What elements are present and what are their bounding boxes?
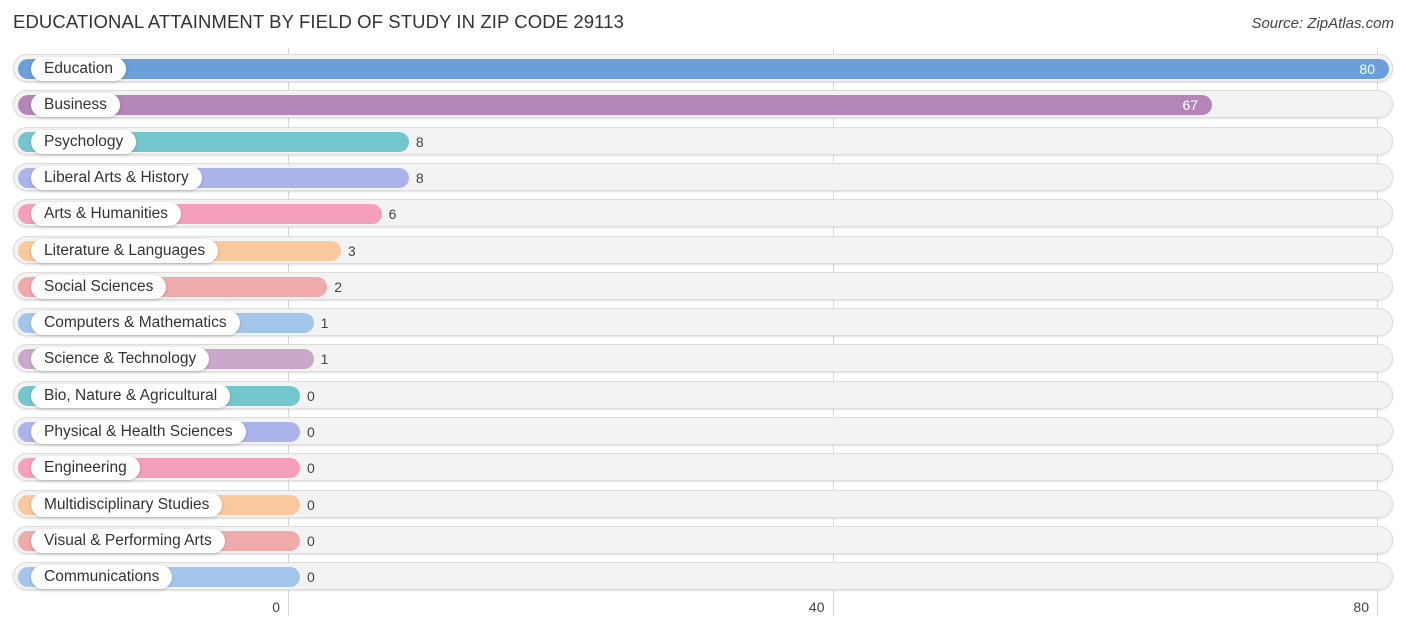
value-label: 0 — [307, 496, 315, 513]
bar-row: Education 80 — [13, 54, 1393, 84]
bar-row: Bio, Nature & Agricultural 0 — [13, 380, 1393, 411]
value-label: 0 — [307, 387, 315, 404]
category-label: Psychology — [31, 129, 137, 154]
bar[interactable] — [18, 95, 1213, 116]
bar-row: Psychology 8 — [13, 126, 1393, 157]
x-tick-label: 40 — [808, 599, 825, 615]
category-label: Social Sciences — [31, 274, 167, 299]
bar-row: Business 67 — [13, 90, 1393, 120]
category-label: Communications — [31, 565, 173, 590]
bar-row: Liberal Arts & History 8 — [13, 162, 1393, 193]
category-label: Literature & Languages — [31, 238, 219, 263]
bar-row: Physical & Health Sciences 0 — [13, 417, 1393, 447]
bar-row: Computers & Mathematics 1 — [13, 308, 1393, 338]
value-label: 0 — [307, 460, 315, 477]
value-label: 0 — [307, 424, 315, 440]
bar-row: Arts & Humanities 6 — [13, 199, 1393, 229]
value-label: 67 — [1182, 97, 1199, 114]
category-label: Physical & Health Sciences — [31, 420, 246, 444]
category-label: Visual & Performing Arts — [31, 528, 225, 553]
x-tick-label: 80 — [1353, 599, 1369, 615]
value-label: 3 — [347, 242, 356, 259]
value-label: 0 — [307, 569, 315, 586]
category-label: Multidisciplinary Studies — [31, 492, 223, 517]
value-label: 2 — [334, 278, 343, 295]
bar-row: Engineering 0 — [13, 453, 1393, 483]
value-label: 6 — [388, 206, 397, 223]
category-label: Business — [31, 93, 120, 118]
value-label: 0 — [307, 532, 315, 549]
bar-row: Literature & Languages 3 — [13, 235, 1393, 266]
x-tick-label: 0 — [272, 599, 280, 615]
bar-row: Science & Technology 1 — [13, 344, 1393, 374]
bar-row: Social Sciences 2 — [13, 271, 1393, 302]
category-label: Science & Technology — [31, 347, 210, 372]
category-label: Education — [31, 57, 126, 81]
value-label: 8 — [415, 169, 424, 186]
category-label: Bio, Nature & Agricultural — [31, 383, 231, 408]
bar-row: Communications 0 — [13, 562, 1393, 592]
value-label: 1 — [320, 351, 329, 368]
value-label: 80 — [1359, 61, 1375, 77]
value-label: 8 — [415, 133, 424, 150]
bar-row: Multidisciplinary Studies 0 — [13, 489, 1393, 520]
bar-row: Visual & Performing Arts 0 — [13, 525, 1393, 556]
category-label: Computers & Mathematics — [31, 311, 240, 336]
bar-chart: 0 40 80 Education 80 Business 67 Psychology 8 Lib… — [0, 0, 1406, 631]
value-label: 1 — [320, 315, 329, 332]
category-label: Arts & Humanities — [31, 202, 182, 227]
category-label: Engineering — [31, 456, 140, 481]
bar[interactable] — [18, 59, 1389, 79]
category-label: Liberal Arts & History — [31, 165, 202, 190]
